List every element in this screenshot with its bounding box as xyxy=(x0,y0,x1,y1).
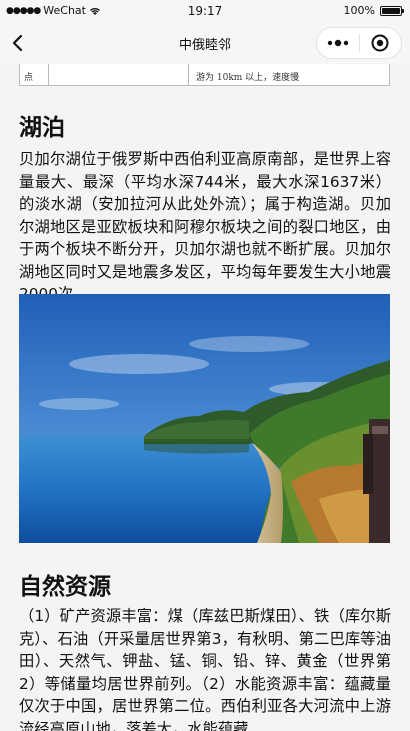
table-divider xyxy=(48,64,49,85)
status-right: 100% xyxy=(343,4,404,17)
lake-baikal-photo xyxy=(19,294,390,543)
table-divider xyxy=(188,64,189,85)
battery-percent: 100% xyxy=(343,4,375,17)
battery-fill xyxy=(382,7,400,14)
lake-photo-illustration xyxy=(19,294,390,543)
status-bar: ●●●●● WeChat 19:17 100% xyxy=(0,0,410,22)
table-cell: 点 xyxy=(24,73,34,83)
nav-bar: 中俄睦邻 xyxy=(0,22,410,64)
close-button[interactable] xyxy=(360,28,401,58)
table-fragment: 点 游为 10km 以上，速度慢 xyxy=(19,64,390,86)
battery-icon xyxy=(380,5,404,16)
more-button[interactable] xyxy=(317,28,359,58)
mini-program-capsule xyxy=(316,27,402,59)
close-circle-icon xyxy=(371,34,389,52)
article-content[interactable]: 点 游为 10km 以上，速度慢 湖泊 贝加尔湖位于俄罗斯中西伯利亚高原南部，是… xyxy=(0,64,410,731)
section-heading-resources: 自然资源 xyxy=(19,574,111,600)
resources-paragraph: （1）矿产资源丰富：煤（库兹巴斯煤田）、铁（库尔斯克）、石油（开采量居世界第3，… xyxy=(19,607,391,731)
section-heading-lake: 湖泊 xyxy=(19,115,65,141)
more-dots-icon xyxy=(327,39,349,47)
table-cell: 游为 10km 以上，速度慢 xyxy=(196,73,300,83)
lake-paragraph: 贝加尔湖位于俄罗斯中西伯利亚高原南部，是世界上容量最大、最深（平均水深744米，… xyxy=(19,150,391,303)
